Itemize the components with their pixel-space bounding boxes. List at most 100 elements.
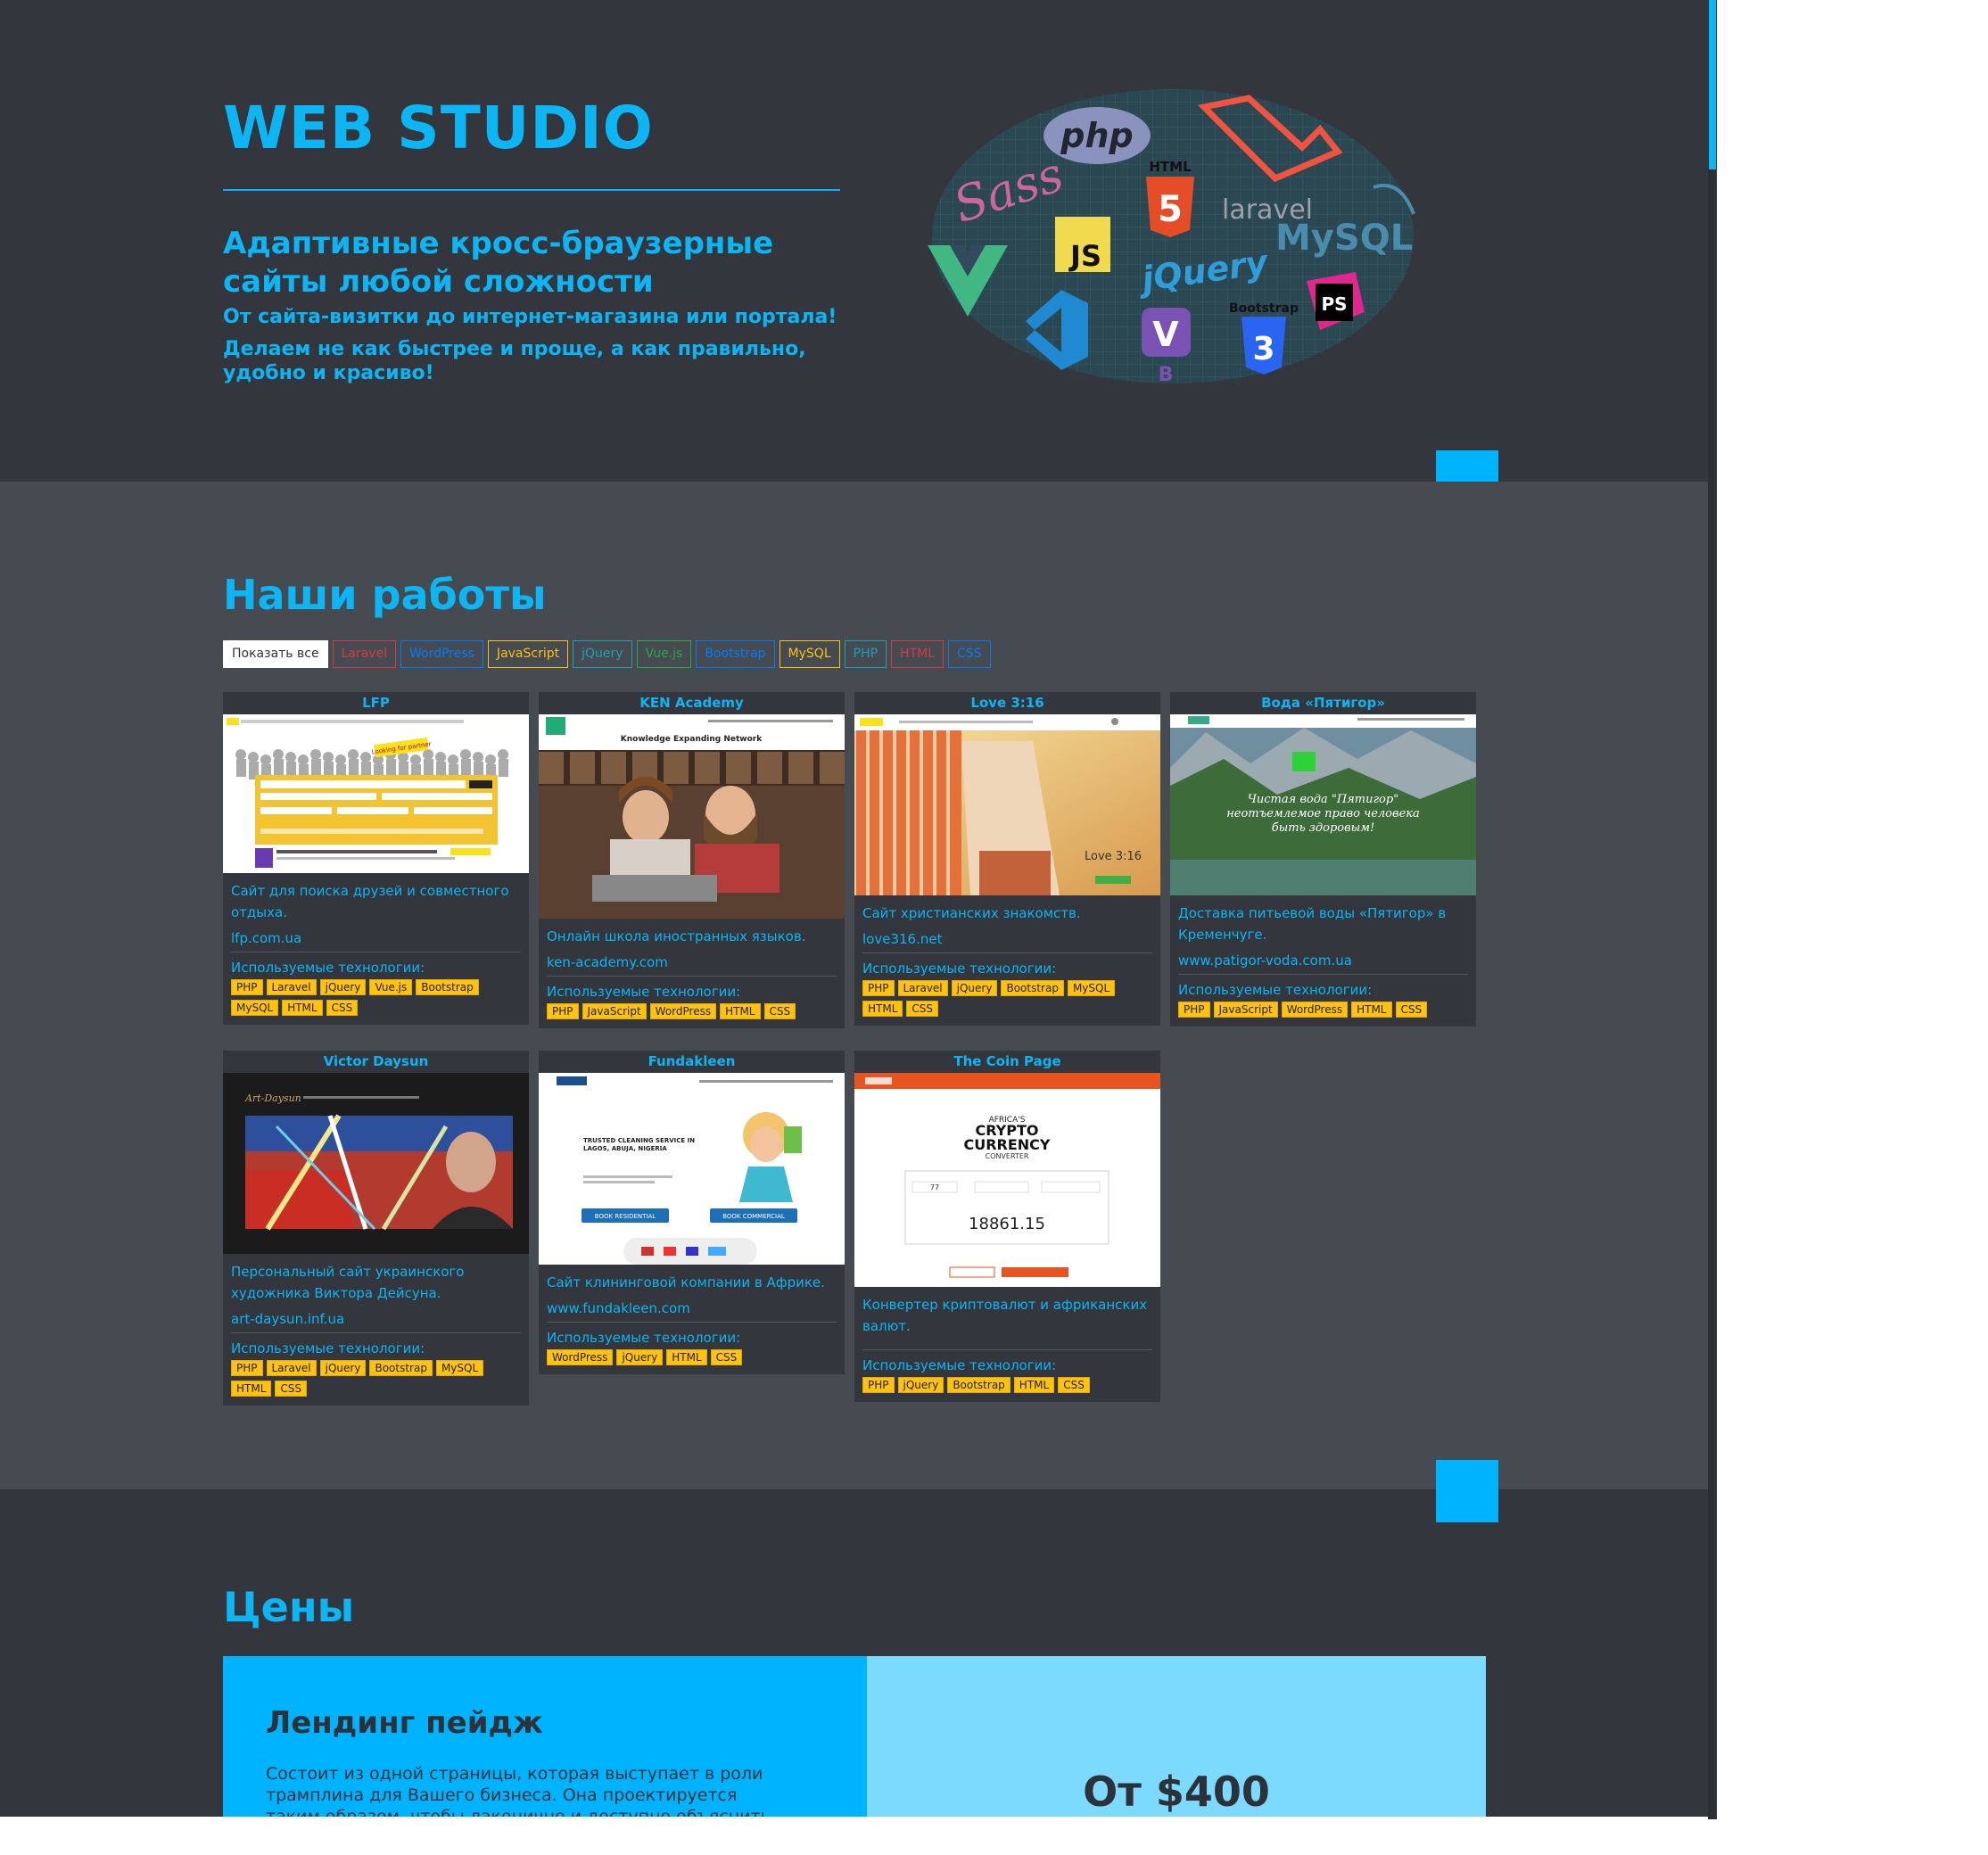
tech-tag: PHP [547, 1003, 579, 1019]
tech-tag: HTML [231, 1381, 272, 1397]
funda-btn-commercial: BOOK COMMERCIAL [722, 1213, 785, 1220]
filter-button-показать-все[interactable]: Показать все [223, 640, 328, 668]
work-card-title[interactable]: KEN Academy [539, 692, 845, 714]
js-logo: JS [1055, 217, 1110, 273]
filter-button-laravel[interactable]: Laravel [332, 640, 397, 668]
coin-line-3: CURRENCY [963, 1136, 1050, 1153]
filter-button-php[interactable]: PHP [844, 640, 887, 668]
work-card-link[interactable]: www.fundakleen.com [547, 1300, 837, 1323]
tech-tag: WordPress [649, 1003, 717, 1019]
plan-price: От $400 [1083, 1768, 1270, 1816]
tech-tag: PHP [231, 979, 263, 995]
filter-button-bootstrap[interactable]: Bootstrap [696, 640, 775, 668]
work-card-description: Онлайн школа иностранных языков. [547, 928, 806, 944]
tech-tag: HTML [666, 1349, 707, 1365]
work-card-link[interactable]: lfp.com.ua [231, 930, 521, 952]
bootstrap-b-text: V [1152, 315, 1179, 354]
work-card-image[interactable]: Love 3:16 [854, 714, 1160, 895]
tech-tag: CSS [763, 1003, 796, 1019]
work-card-title[interactable]: LFP [223, 692, 529, 714]
site-logo[interactable]: WEB STUDIO [223, 94, 654, 162]
funda-headline: TRUSTED CLEANING SERVICE IN LAGOS, ABUJA… [583, 1137, 696, 1152]
filter-button-css[interactable]: CSS [948, 640, 991, 668]
work-card-title[interactable]: Fundakleen [539, 1051, 845, 1073]
filter-button-html[interactable]: HTML [891, 640, 945, 668]
hero-section: WEB STUDIO Адаптивные кросс-браузерные с… [0, 0, 1717, 482]
work-card-link[interactable]: love316.net [862, 931, 1152, 953]
tech-tag: CSS [710, 1349, 743, 1365]
work-card[interactable]: Victor Daysun Art-Daysun Персональный са… [223, 1051, 529, 1406]
scrollbar-thumb[interactable] [1709, 0, 1716, 169]
tech-tag: HTML [1013, 1377, 1055, 1393]
tech-tag: Vue.js [369, 979, 413, 995]
svg-text:5: 5 [1158, 189, 1183, 230]
tech-label: Используемые технологии: [547, 984, 741, 1000]
art-brand: Art-Daysun [244, 1092, 301, 1104]
work-card-link[interactable] [862, 1344, 1152, 1350]
tech-tag: Bootstrap [369, 1360, 433, 1376]
work-card-image[interactable]: Looking for partner [223, 714, 529, 873]
tech-tag: HTML [1351, 1002, 1392, 1018]
tech-tag: JavaScript [582, 1003, 647, 1019]
filter-bar: Показать все Laravel WordPress JavaScript jQ… [223, 640, 991, 668]
work-card-image[interactable]: TRUSTED CLEANING SERVICE IN LAGOS, ABUJA… [539, 1073, 845, 1265]
tech-tag: CSS [1058, 1377, 1090, 1393]
tech-label: Используемые технологии: [862, 1357, 1057, 1373]
filter-button-mysql[interactable]: MySQL [779, 640, 840, 668]
decor-square-2 [1436, 1460, 1498, 1522]
work-card-description: Доставка питьевой воды «Пятигор» в Креме… [1178, 905, 1447, 943]
art-screenshot: Art-Daysun [223, 1073, 529, 1254]
work-card-image[interactable]: Knowledge Expanding Network [539, 714, 845, 919]
tech-tag: CSS [326, 1000, 359, 1016]
tech-tag: WordPress [1281, 1002, 1349, 1018]
work-card-description: Сайт для поиска друзей и совместного отд… [231, 883, 509, 920]
works-title: Наши работы [223, 571, 547, 619]
tech-tags: PHP JavaScript WordPress HTML CSS [1170, 1002, 1476, 1026]
filter-button-jquery[interactable]: jQuery [573, 640, 632, 668]
work-card-description: Сайт клининговой компании в Африке. [547, 1274, 825, 1290]
html5-logo: HTML 5 [1146, 159, 1194, 237]
tech-tags: WordPress jQuery HTML CSS [539, 1349, 845, 1374]
voda-slogan: Чистая вода "Пятигор" неотъемлемое право… [1226, 793, 1420, 835]
plan-name: Лендинг пейдж [266, 1705, 543, 1741]
tech-tag: Laravel [897, 980, 948, 996]
filter-button-wordpress[interactable]: WordPress [400, 640, 483, 668]
work-card[interactable]: LFP Looking for partner Сайт для поиска … [223, 692, 529, 1025]
work-card-title[interactable]: Вода «Пятигор» [1170, 692, 1476, 714]
filter-button-vue-js[interactable]: Vue.js [636, 640, 692, 668]
work-card-title[interactable]: Victor Daysun [223, 1051, 529, 1073]
tech-tag: Bootstrap [1001, 980, 1064, 996]
tech-tag: PHP [1178, 1002, 1210, 1018]
work-card-link[interactable]: art-daysun.inf.ua [231, 1311, 521, 1333]
tech-tag: PHP [862, 1377, 895, 1393]
tech-tag: Laravel [266, 1360, 317, 1376]
work-card[interactable]: KEN Academy Knowledge Expanding Network … [539, 692, 845, 1028]
svg-text:3: 3 [1252, 331, 1274, 367]
work-card-title[interactable]: Love 3:16 [854, 692, 1160, 714]
page: WEB STUDIO Адаптивные кросс-браузерные с… [0, 0, 1717, 1855]
coin-result: 18861.15 [969, 1215, 1045, 1233]
lfp-screenshot: Looking for partner [223, 714, 529, 873]
work-card-title[interactable]: The Coin Page [854, 1051, 1160, 1073]
tech-tag: jQuery [319, 979, 367, 995]
work-card[interactable]: The Coin Page AFRICA'S CRYPTO CURRENCY C… [854, 1051, 1160, 1402]
work-card-link[interactable]: ken-academy.com [547, 954, 837, 977]
hero-line-1: От сайта-визитки до интернет-магазина ил… [223, 306, 837, 328]
work-card[interactable]: Love 3:16 Love 3:16 Сайт христианских зн… [854, 692, 1160, 1026]
price-card-info: Лендинг пейдж Состоит из одной страницы,… [223, 1656, 867, 1826]
tech-tags: PHP Laravel jQuery Vue.js Bootstrap MySQL HTML… [223, 979, 529, 1025]
love-screenshot: Love 3:16 [854, 714, 1160, 895]
scrollbar-track[interactable] [1708, 0, 1717, 1819]
ken-heading: Knowledge Expanding Network [621, 735, 763, 744]
tech-tag: HTML [862, 1001, 903, 1017]
work-card-image[interactable]: Чистая вода "Пятигор" неотъемлемое право… [1170, 714, 1476, 895]
work-card[interactable]: Fundakleen TRUSTED CLEANING SERVICE IN L… [539, 1051, 845, 1374]
work-card-link[interactable]: www.patigor-voda.com.ua [1178, 952, 1468, 975]
work-card-image[interactable]: Art-Daysun [223, 1073, 529, 1254]
php-logo: php [1043, 107, 1151, 164]
work-card-image[interactable]: AFRICA'S CRYPTO CURRENCY CONVERTER 77 18… [854, 1073, 1160, 1287]
work-card-description: Конвертер криптовалют и африканских валю… [862, 1297, 1148, 1334]
work-card[interactable]: Вода «Пятигор» Чистая вода "Пятигор" нео… [1170, 692, 1476, 1026]
filter-button-javascript[interactable]: JavaScript [487, 640, 569, 668]
viewport-bottom [0, 1817, 1717, 1855]
